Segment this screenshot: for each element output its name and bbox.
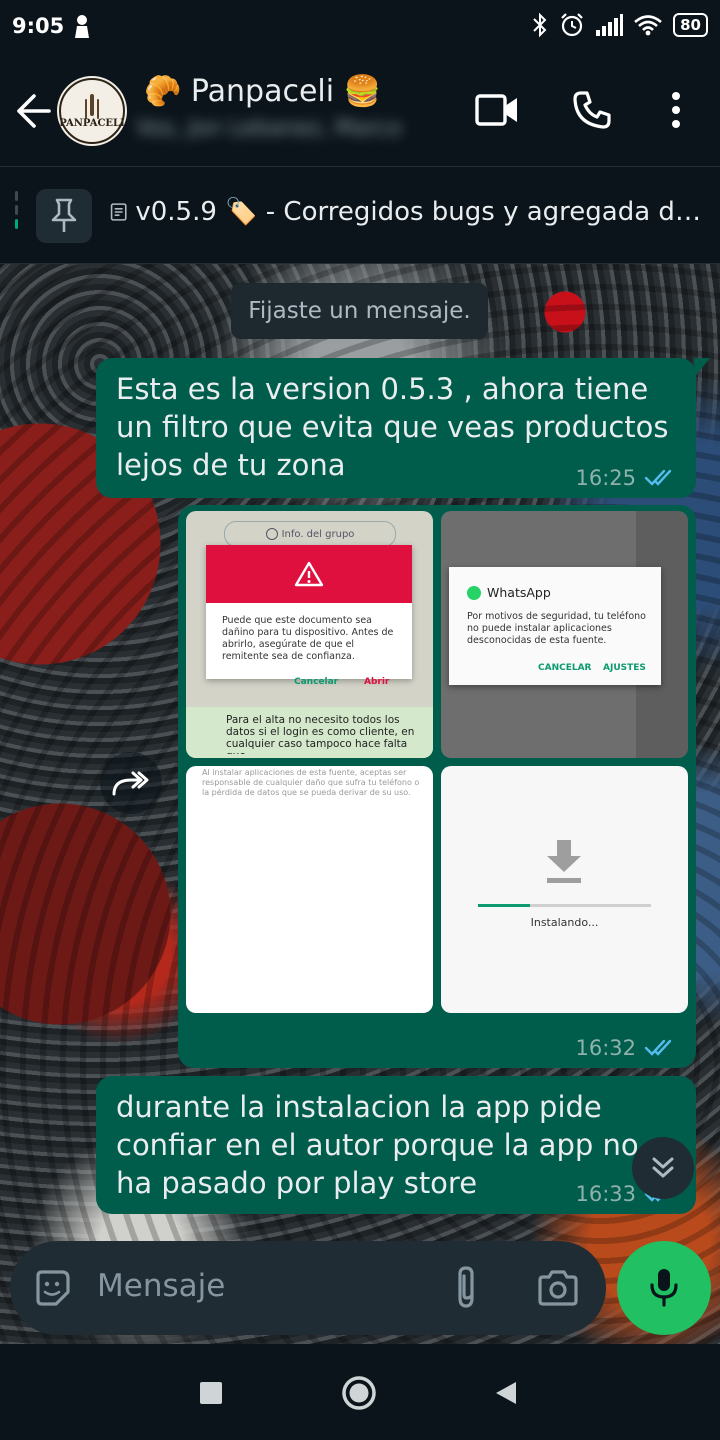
media-album-bubble[interactable]: Info. del grupo Puede que este documento… (178, 505, 696, 1068)
message-time: 16:33 (575, 1182, 636, 1206)
attach-icon[interactable] (452, 1264, 480, 1310)
message-time: 16:32 (575, 1036, 636, 1060)
group-info-chip: Info. del grupo (224, 521, 396, 547)
thumb-cancel-label: CANCELAR (538, 663, 592, 673)
recent-apps-icon[interactable] (199, 1381, 223, 1405)
more-options-icon[interactable] (668, 90, 684, 130)
thumb-settings-label: AJUSTES (603, 663, 646, 673)
warning-triangle-icon (294, 561, 324, 587)
warning-dialog-header (206, 545, 412, 603)
chat-header: PANPACELI 🥐 Panpaceli 🍔 Vos, Jon Lebanez… (0, 56, 720, 166)
pin-button[interactable] (36, 189, 92, 243)
bubble-tail (694, 358, 710, 378)
read-ticks-icon (644, 469, 672, 486)
microphone-icon (650, 1269, 678, 1307)
installing-label: Instalando... (530, 916, 599, 929)
image-thumbnail-warning[interactable]: Info. del grupo Puede que este documento… (186, 511, 433, 758)
thumb-bottom-text: Para el alta no necesito todos los datos… (226, 714, 415, 754)
voice-record-button[interactable] (617, 1241, 711, 1335)
read-ticks-icon (644, 1039, 672, 1056)
message-time: 16:25 (575, 466, 636, 490)
message-meta: 16:32 (575, 1036, 678, 1060)
signal-icon (596, 14, 624, 36)
person-icon (75, 15, 89, 38)
video-call-icon[interactable] (475, 90, 519, 130)
status-time: 9:05 (12, 14, 65, 38)
whatsapp-logo-icon (467, 585, 481, 600)
forward-icon (112, 771, 149, 796)
alarm-icon (561, 13, 583, 37)
thumb-disclaimer-text: Al instalar aplicaciones de esta fuente,… (202, 768, 420, 797)
pinned-indicator (15, 191, 19, 239)
chat-subtitle: Vos, Jon Lebanez, Marco (136, 116, 402, 141)
pinned-message-bar[interactable]: v0.5.9 🏷️ - Corregidos bugs y agregada d… (0, 167, 720, 264)
image-thumbnail-disclaimer[interactable]: Al instalar aplicaciones de esta fuente,… (186, 766, 433, 1013)
back-nav-icon[interactable] (494, 1380, 518, 1406)
warning-dialog-text: Puede que este documento sea dañino para… (222, 615, 394, 662)
camera-icon[interactable] (536, 1270, 580, 1306)
battery-indicator: 80 (673, 13, 708, 37)
double-chevron-down-icon (652, 1157, 674, 1178)
home-icon[interactable] (341, 1375, 377, 1411)
download-icon (547, 840, 581, 883)
wheat-icon (90, 93, 94, 116)
pin-icon (51, 198, 77, 232)
security-dialog-text: Por motivos de seguridad, tu teléfono no… (467, 611, 646, 646)
sticker-icon[interactable] (32, 1268, 72, 1308)
status-bar: 9:05 80 (0, 0, 720, 56)
thumb-cancel-label: Cancelar (294, 677, 339, 687)
wifi-icon (634, 15, 662, 36)
status-icons: 80 (531, 12, 708, 38)
message-bubble[interactable]: Esta es la version 0.5.3 , ahora tiene u… (96, 358, 710, 498)
image-thumbnail-installing[interactable]: Instalando... (441, 766, 688, 1013)
security-dialog-title: WhatsApp (467, 585, 551, 600)
install-progress-track (478, 904, 651, 907)
chat-title[interactable]: 🥐 Panpaceli 🍔 (144, 74, 381, 109)
phone-icon[interactable] (572, 90, 612, 130)
message-input[interactable]: Mensaje (97, 1268, 225, 1304)
bluetooth-icon (533, 12, 547, 38)
warning-dialog: Puede que este documento sea dañino para… (206, 545, 412, 687)
back-arrow-icon[interactable] (14, 92, 52, 130)
document-icon (110, 203, 127, 221)
security-dialog: WhatsApp Por motivos de seguridad, tu te… (449, 567, 661, 685)
forward-button[interactable] (100, 752, 162, 814)
avatar[interactable]: PANPACELI (57, 76, 127, 146)
avatar-logo: PANPACELI (59, 78, 125, 144)
system-message: Fijaste un mensaje. (231, 283, 488, 339)
info-icon (265, 528, 278, 540)
install-progress-fill (478, 904, 530, 907)
pinned-message-text: v0.5.9 🏷️ - Corregidos bugs y agregada d… (110, 197, 706, 227)
image-thumbnail-security[interactable]: WhatsApp Por motivos de seguridad, tu te… (441, 511, 688, 758)
thumb-open-label: Abrir (364, 677, 390, 687)
message-meta: 16:25 (575, 466, 678, 490)
message-bubble[interactable]: durante la instalacion la app pide confi… (96, 1076, 696, 1214)
system-navigation-bar (0, 1344, 720, 1440)
scroll-to-bottom-button[interactable] (632, 1137, 694, 1199)
